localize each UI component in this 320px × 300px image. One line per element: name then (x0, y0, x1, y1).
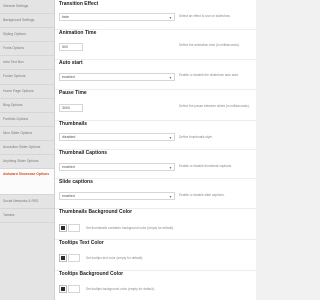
chevron-down-icon: ▼ (168, 194, 172, 199)
settings-panel: Transition Effect fade ▼ Select an effec… (55, 0, 256, 300)
thumbnails-section: Thumbnails disabled ▼ Define thumbnails … (55, 120, 256, 150)
section-title: Pause Time (59, 90, 87, 96)
section-description: Enable or disable slide captions. (179, 193, 225, 197)
sidebar-item-background-settings[interactable]: Background Settings (0, 14, 54, 29)
thumbnails-select[interactable]: disabled ▼ (59, 133, 175, 141)
section-description: Select an effect to use on slideshow. (179, 14, 231, 18)
section-title: Thumbnail Captions (59, 150, 108, 156)
transition-effect-section: Transition Effect fade ▼ Select an effec… (55, 0, 256, 30)
section-title: Tooltips Background Color (59, 271, 124, 277)
color-picker-icon[interactable] (59, 254, 67, 262)
thumbnails-bg-color-section: Thumbnails Background Color Set thumbnai… (55, 208, 256, 240)
select-value: disabled (62, 135, 76, 139)
slide-captions-select[interactable]: enabled ▼ (59, 192, 175, 200)
chevron-down-icon: ▼ (168, 75, 172, 80)
sidebar-item-accordion-slider-options[interactable]: Accordion Slider Options (0, 141, 54, 156)
slide-captions-section: Slide captions enabled ▼ Enable or disab… (55, 178, 256, 209)
sidebar-item-tweaks[interactable]: Tweaks (0, 209, 54, 224)
sidebar-item-home-page-options[interactable]: Home Page Options (0, 85, 54, 99)
tooltips-text-color-input[interactable] (68, 254, 80, 262)
auto-start-select[interactable]: enabled ▼ (59, 73, 175, 81)
animation-time-input[interactable]: 500 (59, 43, 83, 51)
sidebar-item-nivo-slider-options[interactable]: Nivo Slider Options (0, 127, 54, 141)
sidebar: General Settings Background Settings Sty… (0, 0, 55, 300)
thumbnails-bg-color-input[interactable] (68, 224, 80, 232)
section-description: Define the animation time (in millisecon… (179, 43, 240, 47)
select-value: enabled (62, 165, 75, 169)
section-description: Enable or disable the slideshow auto sta… (179, 73, 239, 77)
thumbnail-captions-section: Thumbnail Captions enabled ▼ Enable or d… (55, 149, 256, 179)
select-value: enabled (62, 194, 75, 198)
sidebar-item-social-networks-rss[interactable]: Social Networks & RSS (0, 195, 54, 210)
tooltips-bg-color-section: Tooltips Background Color Set tooltips b… (55, 270, 256, 300)
sidebar-item-blog-options[interactable]: Blog Options (0, 99, 54, 113)
color-picker-icon[interactable] (59, 285, 67, 293)
auto-start-section: Auto start enabled ▼ Enable or disable t… (55, 59, 256, 90)
section-description: Set thumbnails container background colo… (86, 226, 175, 230)
transition-effect-select[interactable]: fade ▼ (59, 13, 175, 21)
section-description: Enable or disable thumbnail captions. (179, 164, 232, 168)
color-picker-icon[interactable] (59, 224, 67, 232)
section-title: Thumbnails (59, 121, 88, 127)
sidebar-item-footer-options[interactable]: Footer Options (0, 70, 54, 85)
section-description: Set tooltips background color (empty for… (86, 287, 155, 291)
animation-time-section: Animation Time 500 Define the animation … (55, 29, 256, 60)
chevron-down-icon: ▼ (168, 135, 172, 140)
thumbnail-captions-select[interactable]: enabled ▼ (59, 163, 175, 171)
section-description: Define the pause between slides (in mill… (179, 104, 250, 108)
chevron-down-icon: ▼ (168, 165, 172, 170)
select-value: enabled (62, 75, 75, 79)
sidebar-item-intro-text-box[interactable]: Intro Text Box (0, 56, 54, 71)
section-title: Tooltips Text Color (59, 240, 104, 246)
section-description: Define thumbnails style. (179, 135, 213, 139)
sidebar-item-general-settings[interactable]: General Settings (0, 0, 54, 15)
sidebar-item-fonts-options[interactable]: Fonts Options (0, 42, 54, 57)
tooltips-bg-color-input[interactable] (68, 285, 80, 293)
section-title: Animation Time (59, 30, 97, 36)
section-title: Thumbnails Background Color (59, 209, 133, 215)
tooltips-text-color-section: Tooltips Text Color Set tooltips text co… (55, 239, 256, 271)
sidebar-item-styling-options[interactable]: Styling Options (0, 28, 54, 43)
sidebar-item-portfolio-options[interactable]: Portfolio Options (0, 113, 54, 127)
chevron-down-icon: ▼ (168, 15, 172, 20)
pause-time-section: Pause Time 3000 Define the pause between… (55, 89, 256, 121)
pause-time-input[interactable]: 3000 (59, 104, 83, 112)
section-description: Set tooltips text color (empty for defau… (86, 256, 144, 260)
section-title: Transition Effect (59, 1, 99, 7)
sidebar-item-awkward-showcase-options[interactable]: Awkward Showcase Options (0, 169, 54, 196)
section-title: Auto start (59, 60, 83, 66)
sidebar-item-anything-slider-options[interactable]: Anything Slider Options (0, 155, 54, 170)
select-value: fade (62, 15, 69, 19)
section-title: Slide captions (59, 179, 93, 185)
